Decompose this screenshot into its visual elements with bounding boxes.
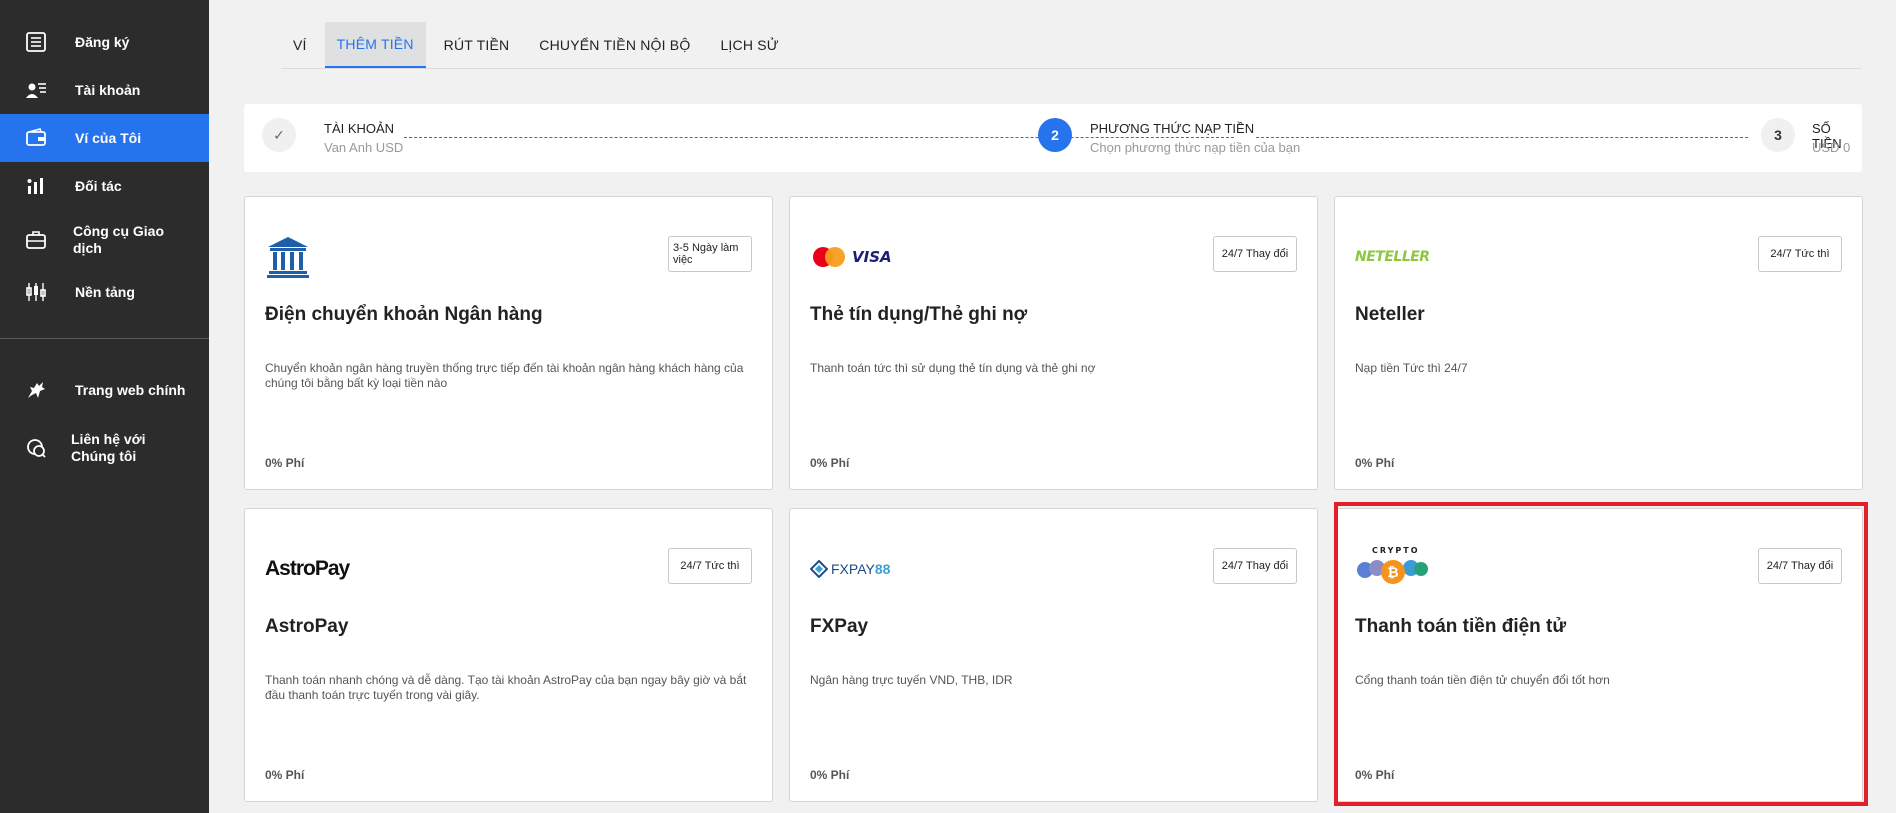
method-description: Thanh toán nhanh chóng và dễ dàng. Tạo t… bbox=[265, 673, 747, 702]
payment-method-bank-transfer[interactable]: 3-5 Ngày làm việc Điện chuyển khoản Ngân… bbox=[244, 196, 773, 490]
payment-method-card[interactable]: VISA 24/7 Thay đổi Thẻ tín dụng/Thẻ ghi … bbox=[789, 196, 1318, 490]
crypto-logo-text: CRYPTO bbox=[1372, 546, 1420, 555]
step-subtitle: Chọn phương thức nạp tiền của bạn bbox=[1090, 140, 1301, 155]
crypto-coins-icon: ₿ bbox=[1357, 560, 1428, 584]
step-done-check-icon: ✓ bbox=[262, 118, 296, 152]
method-title: Thẻ tín dụng/Thẻ ghi nợ bbox=[810, 304, 1028, 325]
sidebar-item-label: Đăng ký bbox=[75, 33, 130, 50]
tab-withdraw[interactable]: RÚT TIỀN bbox=[432, 22, 522, 68]
sidebar-item-label: Tài khoản bbox=[75, 81, 141, 98]
sidebar-item-account[interactable]: Tài khoản bbox=[0, 70, 209, 110]
sidebar-item-label: Đối tác bbox=[75, 177, 122, 194]
account-user-icon bbox=[24, 78, 48, 102]
step-subtitle: USD 0 bbox=[1812, 140, 1851, 155]
sidebar: Đăng ký Tài khoản Ví của Tôi Đối tác Côn… bbox=[0, 0, 209, 813]
visa-logo-text: VISA bbox=[852, 248, 892, 266]
payment-method-astropay[interactable]: AstroPay 24/7 Tức thì AstroPay Thanh toá… bbox=[244, 508, 773, 802]
astropay-logo-text: AstroPay bbox=[265, 557, 350, 580]
sidebar-item-trading-tools[interactable]: Công cụ Giao dịch bbox=[0, 218, 209, 262]
method-description: Chuyển khoản ngân hàng truyền thống trực… bbox=[265, 361, 744, 390]
method-title: Neteller bbox=[1355, 304, 1425, 325]
method-description: Nạp tiền Tức thì 24/7 bbox=[1355, 361, 1468, 375]
sidebar-item-main-website[interactable]: Trang web chính bbox=[0, 368, 209, 412]
method-fee: 0% Phí bbox=[265, 456, 305, 470]
sidebar-item-label: Nền tảng bbox=[75, 283, 135, 300]
sidebar-item-contact[interactable]: Liên hệ với Chúng tôi bbox=[0, 426, 209, 470]
tab-internal-transfer[interactable]: CHUYỂN TIỀN NỘI BỘ bbox=[527, 22, 702, 68]
neteller-logo-text: NETELLER bbox=[1355, 249, 1430, 265]
svg-text:₿: ₿ bbox=[1387, 565, 1398, 581]
method-fee: 0% Phí bbox=[265, 768, 305, 782]
payment-method-crypto[interactable]: CRYPTO ₿ 24/7 Thay đổi Thanh toán tiền đ… bbox=[1334, 508, 1863, 802]
step-connector bbox=[404, 137, 1234, 138]
sidebar-item-label: Ví của Tôi bbox=[75, 129, 142, 146]
method-fee: 0% Phí bbox=[1355, 456, 1395, 470]
tab-history[interactable]: LỊCH SỬ bbox=[708, 22, 790, 68]
step-subtitle: Van Anh USD bbox=[324, 140, 404, 155]
partner-chart-icon bbox=[24, 174, 48, 198]
neteller-logo: NETELLER bbox=[1355, 233, 1430, 281]
step-pending-number: 3 bbox=[1761, 118, 1795, 152]
step-title: TÀI KHOẢN bbox=[324, 121, 395, 136]
method-fee: 0% Phí bbox=[810, 768, 850, 782]
processing-time-badge: 24/7 Tức thì bbox=[1758, 236, 1842, 272]
payment-method-fxpay[interactable]: FXPAY 88 24/7 Thay đổi FXPay Ngân hàng tr… bbox=[789, 508, 1318, 802]
deposit-stepper: ✓ TÀI KHOẢN Van Anh USD 2 PHƯƠNG THỨC NẠ… bbox=[244, 104, 1862, 172]
step-connector bbox=[1256, 137, 1748, 138]
fxpay-logo-number: 88 bbox=[874, 561, 891, 577]
processing-time-badge: 24/7 Thay đổi bbox=[1213, 236, 1297, 272]
method-title: Điện chuyển khoản Ngân hàng bbox=[265, 304, 543, 325]
method-fee: 0% Phí bbox=[1355, 768, 1395, 782]
bank-building-icon bbox=[265, 233, 311, 281]
sidebar-item-wallet[interactable]: Ví của Tôi bbox=[0, 114, 209, 162]
method-description: Thanh toán tức thì sử dụng thẻ tín dụng … bbox=[810, 361, 1096, 375]
payment-method-neteller[interactable]: NETELLER 24/7 Tức thì Neteller Nạp tiền … bbox=[1334, 196, 1863, 490]
chat-bubble-icon bbox=[24, 436, 48, 460]
register-list-icon bbox=[24, 30, 48, 54]
sidebar-divider bbox=[0, 338, 209, 339]
method-fee: 0% Phí bbox=[810, 456, 850, 470]
sidebar-item-label: Trang web chính bbox=[75, 381, 186, 398]
method-description: Ngân hàng trực tuyến VND, THB, IDR bbox=[810, 673, 1013, 687]
bull-icon bbox=[24, 378, 48, 402]
processing-time-badge: 24/7 Thay đổi bbox=[1758, 548, 1842, 584]
tab-bar: VÍ THÊM TIỀN RÚT TIỀN CHUYỂN TIỀN NỘI BỘ… bbox=[281, 22, 1861, 69]
fxpay88-logo: FXPAY 88 bbox=[810, 545, 890, 593]
sidebar-item-platforms[interactable]: Nền tảng bbox=[0, 272, 209, 312]
processing-time-badge: 3-5 Ngày làm việc bbox=[668, 236, 752, 272]
processing-time-badge: 24/7 Thay đổi bbox=[1213, 548, 1297, 584]
astropay-logo: AstroPay bbox=[265, 545, 350, 593]
step-title: PHƯƠNG THỨC NẠP TIỀN bbox=[1090, 121, 1255, 136]
tab-add-funds[interactable]: THÊM TIỀN bbox=[324, 22, 426, 68]
processing-time-badge: 24/7 Tức thì bbox=[668, 548, 752, 584]
briefcase-icon bbox=[24, 228, 48, 252]
sidebar-item-label: Liên hệ với Chúng tôi bbox=[71, 431, 146, 464]
step-current-number: 2 bbox=[1038, 118, 1072, 152]
method-title: Thanh toán tiền điện tử bbox=[1355, 616, 1567, 637]
method-title: FXPay bbox=[810, 616, 869, 637]
tab-wallet[interactable]: VÍ bbox=[281, 22, 319, 68]
method-title: AstroPay bbox=[265, 616, 349, 637]
wallet-icon bbox=[24, 126, 48, 150]
method-description: Cổng thanh toán tiền điện tử chuyển đổi … bbox=[1355, 673, 1610, 687]
main-content: VÍ THÊM TIỀN RÚT TIỀN CHUYỂN TIỀN NỘI BỘ… bbox=[209, 0, 1896, 813]
mastercard-visa-logo: VISA bbox=[810, 233, 892, 281]
sidebar-item-register[interactable]: Đăng ký bbox=[0, 22, 209, 62]
crypto-coins-logo: CRYPTO ₿ bbox=[1355, 546, 1429, 594]
candlestick-icon bbox=[24, 280, 48, 304]
fxpay-logo-text: FXPAY bbox=[831, 561, 875, 577]
sidebar-item-partner[interactable]: Đối tác bbox=[0, 166, 209, 206]
sidebar-item-label: Công cụ Giao dịch bbox=[73, 223, 164, 256]
